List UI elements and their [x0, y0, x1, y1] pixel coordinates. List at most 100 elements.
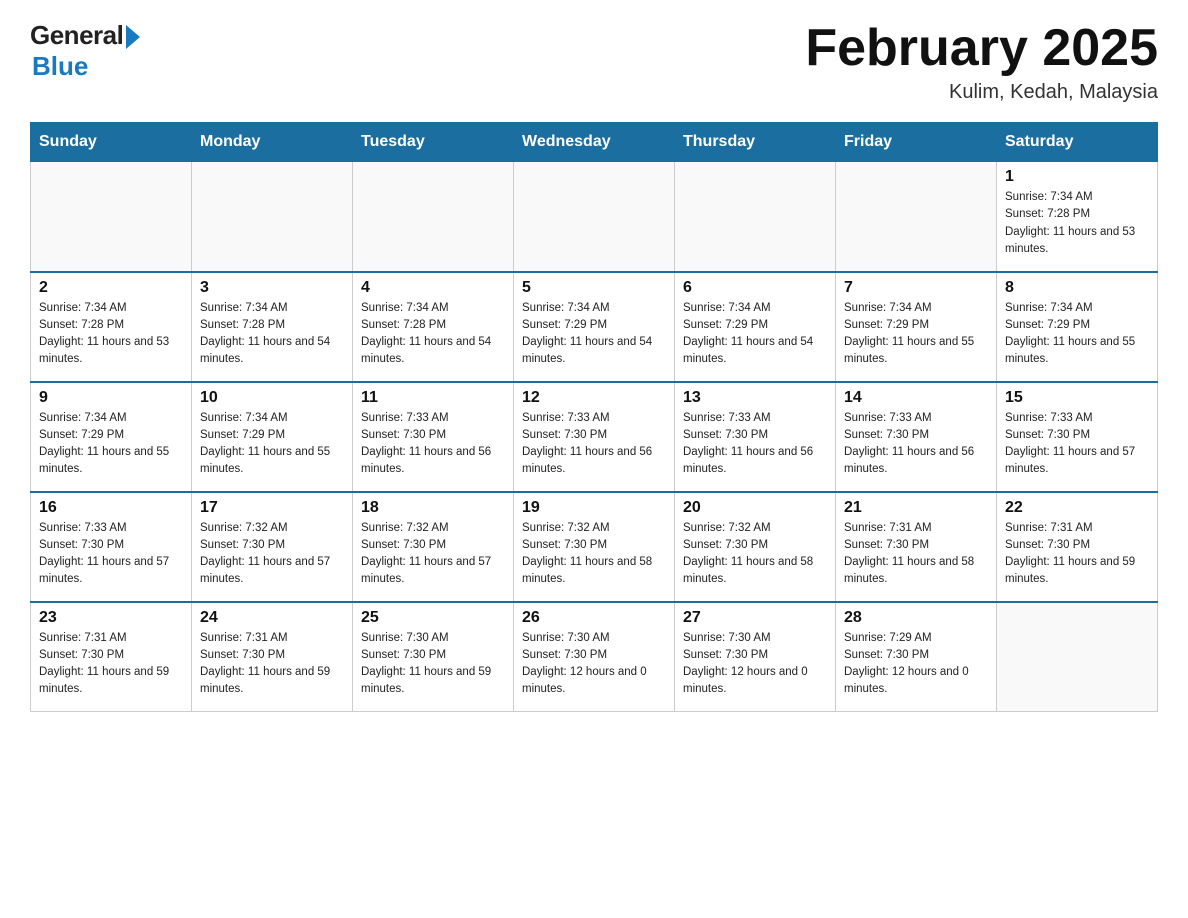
calendar-title: February 2025	[805, 20, 1158, 77]
day-info: Sunrise: 7:31 AMSunset: 7:30 PMDaylight:…	[1005, 520, 1149, 589]
day-header-sunday: Sunday	[31, 123, 192, 162]
calendar-cell: 26 Sunrise: 7:30 AMSunset: 7:30 PMDayligh…	[514, 602, 675, 712]
day-info: Sunrise: 7:31 AMSunset: 7:30 PMDaylight:…	[39, 630, 183, 699]
day-info: Sunrise: 7:34 AMSunset: 7:28 PMDaylight:…	[200, 300, 344, 369]
day-info: Sunrise: 7:33 AMSunset: 7:30 PMDaylight:…	[844, 410, 988, 479]
calendar-cell	[997, 602, 1158, 712]
day-number: 11	[361, 389, 505, 407]
calendar-cell: 19Sunrise: 7:32 AMSunset: 7:30 PMDayligh…	[514, 492, 675, 602]
day-info: Sunrise: 7:31 AMSunset: 7:30 PMDaylight:…	[844, 520, 988, 589]
day-header-thursday: Thursday	[675, 123, 836, 162]
calendar-table: SundayMondayTuesdayWednesdayThursdayFrid…	[30, 122, 1158, 712]
calendar-cell: 1 Sunrise: 7:34 AMSunset: 7:28 PMDaylight…	[997, 162, 1158, 272]
calendar-week-row: 1 Sunrise: 7:34 AMSunset: 7:28 PMDaylight…	[31, 162, 1158, 272]
calendar-cell: 16Sunrise: 7:33 AMSunset: 7:30 PMDayligh…	[31, 492, 192, 602]
day-number: 17	[200, 499, 344, 517]
calendar-cell: 9 Sunrise: 7:34 AMSunset: 7:29 PMDaylight…	[31, 382, 192, 492]
day-number: 2	[39, 279, 183, 297]
day-info: Sunrise: 7:30 AMSunset: 7:30 PMDaylight:…	[522, 630, 666, 699]
day-info: Sunrise: 7:34 AMSunset: 7:29 PMDaylight:…	[522, 300, 666, 369]
day-info: Sunrise: 7:32 AMSunset: 7:30 PMDaylight:…	[683, 520, 827, 589]
calendar-cell: 5 Sunrise: 7:34 AMSunset: 7:29 PMDaylight…	[514, 272, 675, 382]
calendar-cell: 23 Sunrise: 7:31 AMSunset: 7:30 PMDayligh…	[31, 602, 192, 712]
day-number: 25	[361, 609, 505, 627]
title-block: February 2025 Kulim, Kedah, Malaysia	[805, 20, 1158, 104]
day-info: Sunrise: 7:34 AMSunset: 7:29 PMDaylight:…	[39, 410, 183, 479]
day-number: 14	[844, 389, 988, 407]
day-info: Sunrise: 7:32 AMSunset: 7:30 PMDaylight:…	[200, 520, 344, 589]
day-number: 5	[522, 279, 666, 297]
day-header-wednesday: Wednesday	[514, 123, 675, 162]
day-info: Sunrise: 7:34 AMSunset: 7:28 PMDaylight:…	[361, 300, 505, 369]
day-header-friday: Friday	[836, 123, 997, 162]
calendar-cell: 8 Sunrise: 7:34 AMSunset: 7:29 PMDaylight…	[997, 272, 1158, 382]
calendar-week-row: 9 Sunrise: 7:34 AMSunset: 7:29 PMDaylight…	[31, 382, 1158, 492]
day-number: 12	[522, 389, 666, 407]
calendar-cell	[514, 162, 675, 272]
calendar-cell: 12Sunrise: 7:33 AMSunset: 7:30 PMDayligh…	[514, 382, 675, 492]
calendar-cell: 14 Sunrise: 7:33 AMSunset: 7:30 PMDayligh…	[836, 382, 997, 492]
day-info: Sunrise: 7:32 AMSunset: 7:30 PMDaylight:…	[361, 520, 505, 589]
day-header-tuesday: Tuesday	[353, 123, 514, 162]
day-number: 27	[683, 609, 827, 627]
day-number: 4	[361, 279, 505, 297]
day-number: 9	[39, 389, 183, 407]
day-number: 1	[1005, 168, 1149, 186]
calendar-header-row: SundayMondayTuesdayWednesdayThursdayFrid…	[31, 123, 1158, 162]
calendar-cell: 11 Sunrise: 7:33 AMSunset: 7:30 PMDayligh…	[353, 382, 514, 492]
day-info: Sunrise: 7:33 AMSunset: 7:30 PMDaylight:…	[683, 410, 827, 479]
calendar-week-row: 2 Sunrise: 7:34 AMSunset: 7:28 PMDaylight…	[31, 272, 1158, 382]
calendar-cell: 17 Sunrise: 7:32 AMSunset: 7:30 PMDayligh…	[192, 492, 353, 602]
day-number: 28	[844, 609, 988, 627]
day-info: Sunrise: 7:34 AMSunset: 7:28 PMDaylight:…	[1005, 189, 1149, 258]
day-number: 8	[1005, 279, 1149, 297]
day-info: Sunrise: 7:34 AMSunset: 7:29 PMDaylight:…	[844, 300, 988, 369]
calendar-cell: 28 Sunrise: 7:29 AMSunset: 7:30 PMDayligh…	[836, 602, 997, 712]
calendar-cell: 18 Sunrise: 7:32 AMSunset: 7:30 PMDayligh…	[353, 492, 514, 602]
day-info: Sunrise: 7:34 AMSunset: 7:29 PMDaylight:…	[1005, 300, 1149, 369]
day-header-saturday: Saturday	[997, 123, 1158, 162]
calendar-cell: 15 Sunrise: 7:33 AMSunset: 7:30 PMDayligh…	[997, 382, 1158, 492]
calendar-cell: 10 Sunrise: 7:34 AMSunset: 7:29 PMDayligh…	[192, 382, 353, 492]
calendar-cell: 13 Sunrise: 7:33 AMSunset: 7:30 PMDayligh…	[675, 382, 836, 492]
logo: General Blue	[30, 20, 140, 82]
logo-general-text: General	[30, 20, 123, 51]
day-number: 18	[361, 499, 505, 517]
day-info: Sunrise: 7:30 AMSunset: 7:30 PMDaylight:…	[683, 630, 827, 699]
day-number: 7	[844, 279, 988, 297]
calendar-cell	[353, 162, 514, 272]
calendar-cell: 6Sunrise: 7:34 AMSunset: 7:29 PMDaylight…	[675, 272, 836, 382]
day-number: 15	[1005, 389, 1149, 407]
day-number: 24	[200, 609, 344, 627]
calendar-cell: 24 Sunrise: 7:31 AMSunset: 7:30 PMDayligh…	[192, 602, 353, 712]
calendar-cell	[31, 162, 192, 272]
day-number: 26	[522, 609, 666, 627]
day-number: 19	[522, 499, 666, 517]
calendar-cell: 7 Sunrise: 7:34 AMSunset: 7:29 PMDaylight…	[836, 272, 997, 382]
page-header: General Blue February 2025 Kulim, Kedah,…	[30, 20, 1158, 104]
logo-blue-text: Blue	[32, 51, 88, 82]
calendar-cell: 3Sunrise: 7:34 AMSunset: 7:28 PMDaylight…	[192, 272, 353, 382]
day-number: 13	[683, 389, 827, 407]
calendar-cell: 21 Sunrise: 7:31 AMSunset: 7:30 PMDayligh…	[836, 492, 997, 602]
calendar-cell	[192, 162, 353, 272]
day-info: Sunrise: 7:33 AMSunset: 7:30 PMDaylight:…	[1005, 410, 1149, 479]
calendar-cell: 27 Sunrise: 7:30 AMSunset: 7:30 PMDayligh…	[675, 602, 836, 712]
day-number: 21	[844, 499, 988, 517]
day-number: 23	[39, 609, 183, 627]
calendar-week-row: 23 Sunrise: 7:31 AMSunset: 7:30 PMDayligh…	[31, 602, 1158, 712]
day-info: Sunrise: 7:34 AMSunset: 7:29 PMDaylight:…	[200, 410, 344, 479]
calendar-cell: 4 Sunrise: 7:34 AMSunset: 7:28 PMDaylight…	[353, 272, 514, 382]
logo-arrow-icon	[126, 25, 140, 49]
day-info: Sunrise: 7:33 AMSunset: 7:30 PMDaylight:…	[361, 410, 505, 479]
day-number: 22	[1005, 499, 1149, 517]
calendar-cell: 2 Sunrise: 7:34 AMSunset: 7:28 PMDaylight…	[31, 272, 192, 382]
day-info: Sunrise: 7:34 AMSunset: 7:28 PMDaylight:…	[39, 300, 183, 369]
day-info: Sunrise: 7:29 AMSunset: 7:30 PMDaylight:…	[844, 630, 988, 699]
calendar-cell: 25Sunrise: 7:30 AMSunset: 7:30 PMDayligh…	[353, 602, 514, 712]
calendar-week-row: 16Sunrise: 7:33 AMSunset: 7:30 PMDayligh…	[31, 492, 1158, 602]
day-header-monday: Monday	[192, 123, 353, 162]
day-number: 6	[683, 279, 827, 297]
day-number: 10	[200, 389, 344, 407]
day-info: Sunrise: 7:31 AMSunset: 7:30 PMDaylight:…	[200, 630, 344, 699]
